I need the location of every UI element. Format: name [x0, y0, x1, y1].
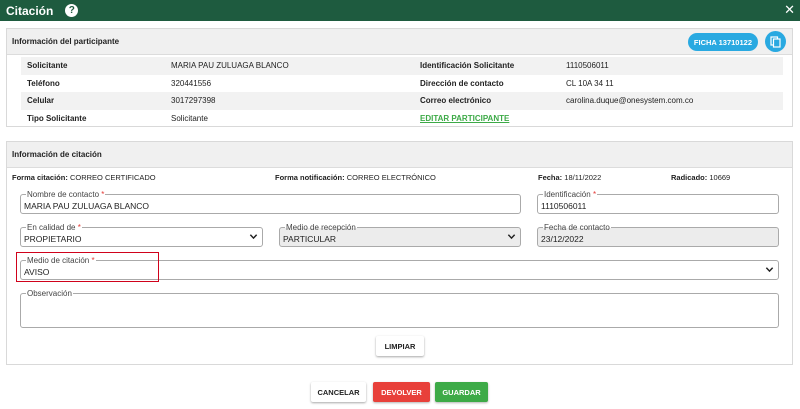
chevron-down-icon: [249, 234, 258, 240]
copy-button[interactable]: [765, 31, 786, 52]
fecha-value: 18/11/2022: [564, 173, 602, 182]
info-value: Solicitante: [171, 113, 208, 123]
info-label: Correo electrónico: [420, 96, 492, 106]
info-value: 1110506011: [566, 61, 609, 71]
edit-participant-link[interactable]: EDITAR PARTICIPANTE: [420, 114, 509, 123]
cancel-button[interactable]: CANCELAR: [311, 382, 366, 402]
medio-recepcion-label: Medio de recepción: [285, 223, 357, 232]
citation-panel: Información de citación Forma citación: …: [6, 141, 793, 365]
radicado-value: 10669: [709, 173, 731, 182]
copy-icon: [770, 35, 781, 48]
identification-input[interactable]: Identificación * 1110506011: [537, 190, 779, 214]
info-value: carolina.duque@onesystem.com.co: [566, 96, 694, 106]
chevron-down-icon: [507, 234, 516, 240]
en-calidad-de-label: En calidad de *: [26, 223, 82, 232]
participant-panel: Información del participante FICHA 13710…: [6, 28, 793, 127]
radicado: Radicado: 10669: [671, 173, 730, 182]
en-calidad-de-value: PROPIETARIO: [24, 234, 82, 244]
fecha-contacto-label: Fecha de contacto: [543, 223, 611, 232]
info-value: MARIA PAU ZULUAGA BLANCO: [171, 61, 289, 71]
info-row: Teléfono 320441556 Dirección de contacto…: [21, 75, 783, 93]
observacion-textarea[interactable]: Observación: [20, 289, 779, 328]
info-label: Celular: [27, 96, 55, 106]
forma-notificacion-value: CORREO ELECTRÓNICO: [346, 173, 436, 182]
ficha-button[interactable]: FICHA 13710122: [687, 33, 758, 51]
en-calidad-de-select[interactable]: En calidad de * PROPIETARIO: [20, 223, 263, 247]
clear-button[interactable]: LIMPIAR: [376, 336, 424, 356]
title-bar: Citación ? ✕: [0, 0, 800, 21]
identification-label: Identificación *: [543, 190, 598, 199]
fecha-contacto-input[interactable]: Fecha de contacto 23/12/2022: [537, 223, 779, 247]
forma-citacion: Forma citación: CORREO CERTIFICADO: [12, 173, 156, 182]
fecha-label: Fecha:: [538, 173, 563, 182]
participant-panel-header: Información del participante: [7, 29, 792, 55]
help-icon[interactable]: ?: [65, 4, 79, 17]
info-row: Solicitante MARIA PAU ZULUAGA BLANCO Ide…: [21, 57, 783, 75]
info-value: CL 10A 34 11: [566, 78, 614, 88]
citation-panel-header: Información de citación: [7, 142, 792, 168]
medio-recepcion-value: PARTICULAR: [283, 234, 337, 244]
forma-notificacion-label: Forma notificación:: [275, 173, 345, 182]
identification-value: 1110506011: [541, 201, 587, 211]
close-icon[interactable]: ✕: [784, 2, 795, 18]
info-row: Celular 3017297398 Correo electrónico ca…: [21, 92, 783, 110]
observacion-label: Observación: [26, 289, 73, 298]
edit-participant-link-cell: EDITAR PARTICIPANTE: [416, 114, 566, 123]
info-label: Dirección de contacto: [420, 78, 504, 88]
info-value: 320441556: [171, 78, 212, 88]
fecha-contacto-value: 23/12/2022: [541, 234, 584, 244]
forma-citacion-value: CORREO CERTIFICADO: [69, 173, 156, 182]
info-value: 3017297398: [171, 96, 216, 106]
forma-citacion-label: Forma citación:: [12, 173, 68, 182]
info-label: Solicitante: [27, 61, 68, 71]
window-title: Citación: [6, 3, 54, 18]
contact-name-input[interactable]: Nombre de contacto * MARIA PAU ZULUAGA B…: [20, 190, 521, 214]
radicado-label: Radicado:: [671, 173, 708, 182]
save-button[interactable]: GUARDAR: [435, 382, 488, 402]
contact-name-label: Nombre de contacto *: [26, 190, 106, 199]
medio-citacion-highlight: [16, 252, 159, 282]
info-label: Identificación Solicitante: [420, 61, 515, 71]
chevron-down-icon: [765, 267, 774, 273]
participant-info-table: Solicitante MARIA PAU ZULUAGA BLANCO Ide…: [21, 57, 783, 127]
medio-recepcion-select[interactable]: Medio de recepción PARTICULAR: [279, 223, 521, 247]
info-label: Tipo Solicitante: [27, 113, 87, 123]
fecha: Fecha: 18/11/2022: [538, 173, 601, 182]
return-button[interactable]: DEVOLVER: [373, 382, 430, 402]
forma-notificacion: Forma notificación: CORREO ELECTRÓNICO: [275, 173, 436, 182]
info-row: Tipo Solicitante Solicitante EDITAR PART…: [21, 110, 783, 128]
contact-name-value: MARIA PAU ZULUAGA BLANCO: [24, 201, 150, 211]
info-label: Teléfono: [27, 78, 60, 88]
